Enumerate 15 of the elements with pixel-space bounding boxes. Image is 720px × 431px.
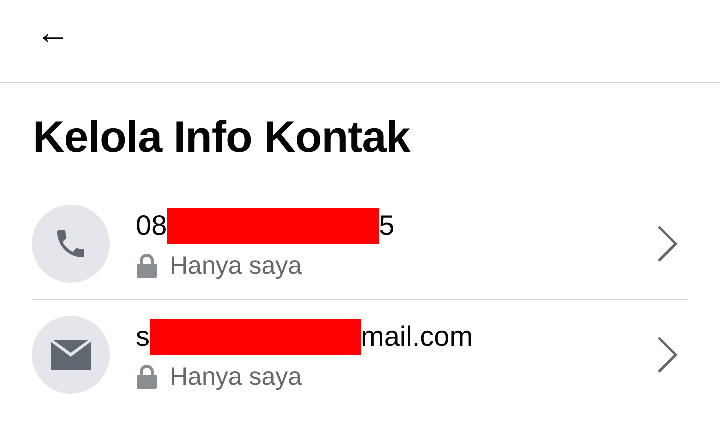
- chevron-icon: [656, 335, 680, 375]
- contact-value: 5: [379, 210, 395, 242]
- lock-icon: [136, 365, 158, 389]
- contact-row[interactable]: 08 5 Hanya saya: [32, 189, 688, 299]
- chevron-icon: [656, 224, 680, 264]
- lock-icon: [136, 254, 158, 278]
- page-title: Kelola Info Kontak: [32, 112, 412, 163]
- contact-value: mail.com: [361, 320, 474, 352]
- contact-value: 08: [136, 210, 168, 242]
- privacy-label: Hanya saya: [170, 362, 302, 392]
- privacy-label: Hanya saya: [170, 252, 302, 280]
- contact-row[interactable]: s mail.com Hanya saya: [32, 299, 688, 410]
- envelope-icon: [51, 340, 91, 370]
- back-button[interactable]: ←: [36, 16, 70, 50]
- contact-value: s: [136, 320, 150, 352]
